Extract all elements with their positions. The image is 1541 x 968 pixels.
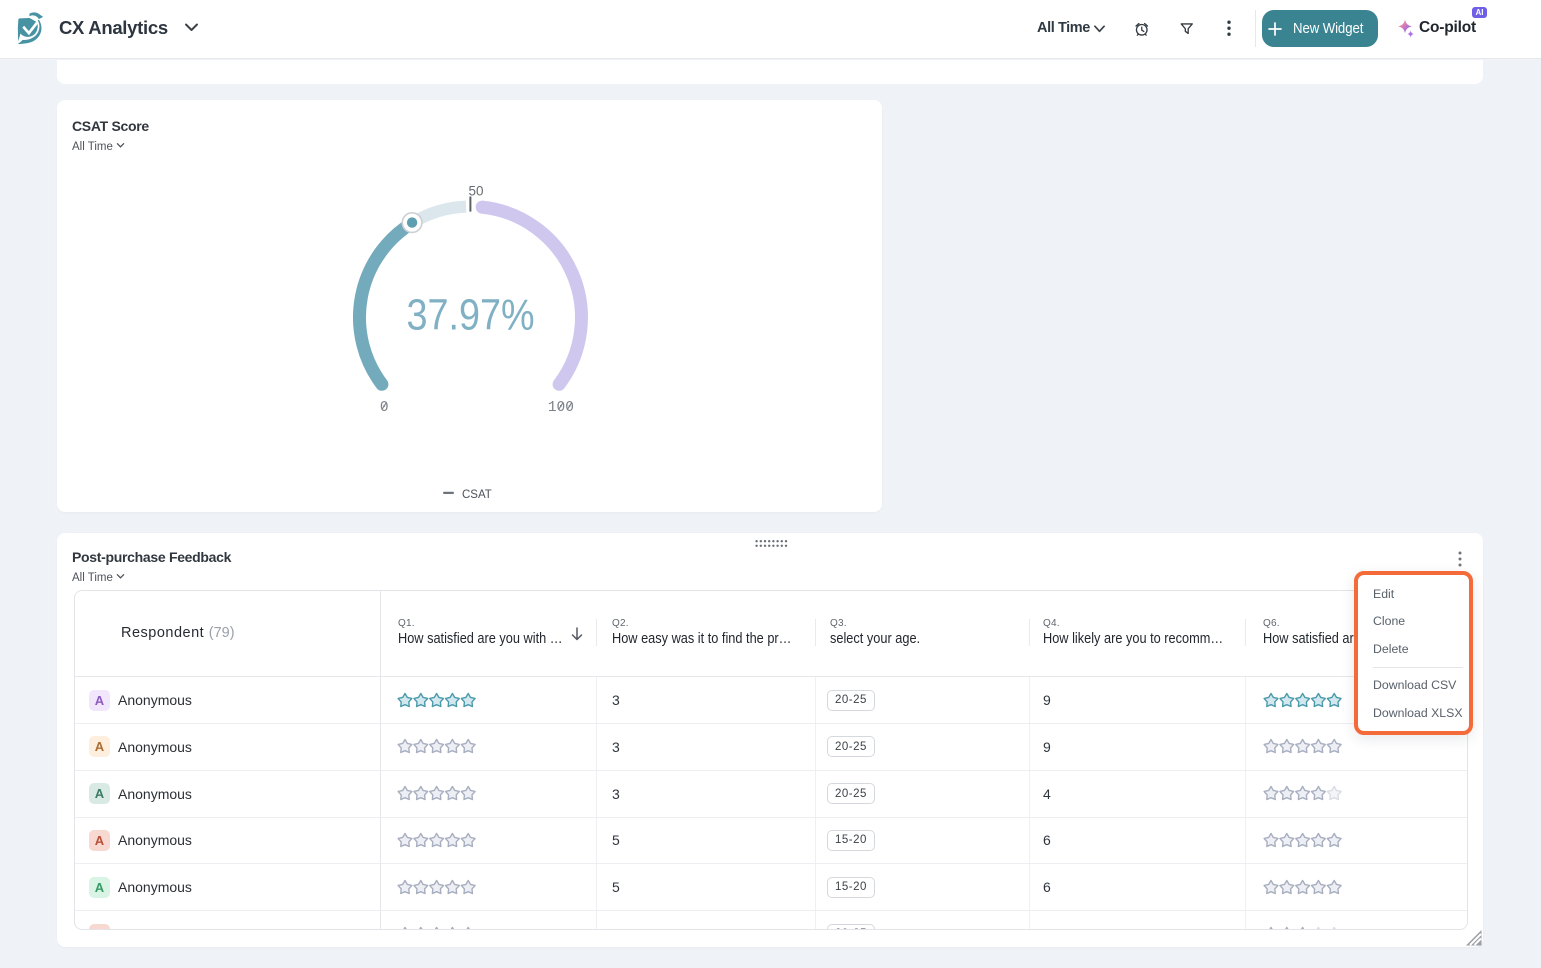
svg-text:37.97%: 37.97% — [407, 291, 535, 340]
svg-text:0: 0 — [380, 400, 389, 416]
svg-text:100: 100 — [548, 400, 574, 416]
svg-text:CSAT: CSAT — [462, 489, 492, 501]
svg-text:50: 50 — [468, 184, 483, 199]
